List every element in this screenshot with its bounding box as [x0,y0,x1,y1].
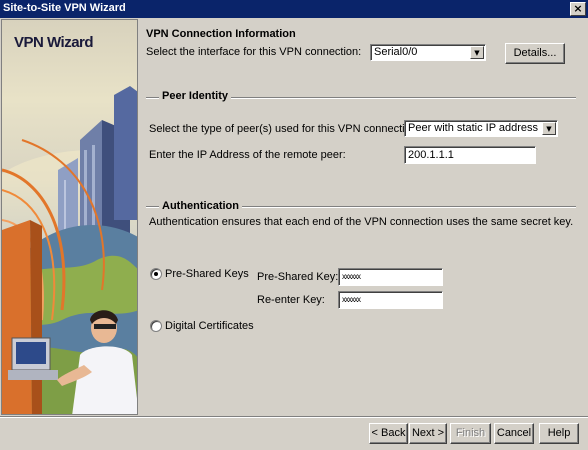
authentication-heading: Authentication [159,200,242,212]
digital-certificates-radio[interactable] [150,320,162,332]
pre-shared-key-input[interactable]: xxxxxx [338,268,443,286]
authentication-description: Authentication ensures that each end of … [149,216,574,228]
pre-shared-keys-radio[interactable] [150,268,162,280]
banner-title: VPN Wizard [14,34,94,51]
peer-identity-heading: Peer Identity [159,90,232,102]
window-title: Site-to-Site VPN Wizard [3,2,126,14]
footer-divider [0,416,588,418]
close-button[interactable]: × [570,2,586,16]
chevron-down-icon[interactable]: ▼ [542,122,556,135]
connection-heading: VPN Connection Information [146,28,296,40]
title-bar: Site-to-Site VPN Wizard × [0,0,588,18]
next-button[interactable]: Next > [409,423,447,444]
details-button[interactable]: Details... [505,43,565,64]
back-button[interactable]: < Back [369,423,408,444]
interface-select[interactable]: Serial0/0 ▼ [370,44,486,61]
pre-shared-key-label: Pre-Shared Key: [257,271,339,283]
reenter-key-input[interactable]: xxxxxx [338,291,443,309]
cancel-button[interactable]: Cancel [494,423,534,444]
wizard-banner-image: VPN Wizard [1,19,138,415]
banner-illustration [2,86,137,414]
digital-certificates-radio-label[interactable]: Digital Certificates [165,320,254,332]
interface-label: Select the interface for this VPN connec… [146,46,362,58]
peer-type-select-value: Peer with static IP address [408,122,539,134]
peer-type-label: Select the type of peer(s) used for this… [149,123,420,135]
finish-button: Finish [450,423,491,444]
help-button[interactable]: Help [539,423,579,444]
chevron-down-icon[interactable]: ▼ [470,46,484,59]
peer-ip-label: Enter the IP Address of the remote peer: [149,149,346,161]
vpn-wizard-window: Site-to-Site VPN Wizard × VPN Wizard VPN… [0,0,588,450]
reenter-key-label: Re-enter Key: [257,294,325,306]
interface-select-value: Serial0/0 [374,46,418,58]
pre-shared-keys-radio-label[interactable]: Pre-Shared Keys [165,268,249,280]
peer-ip-input[interactable]: 200.1.1.1 [404,146,536,164]
peer-type-select[interactable]: Peer with static IP address ▼ [404,120,558,137]
